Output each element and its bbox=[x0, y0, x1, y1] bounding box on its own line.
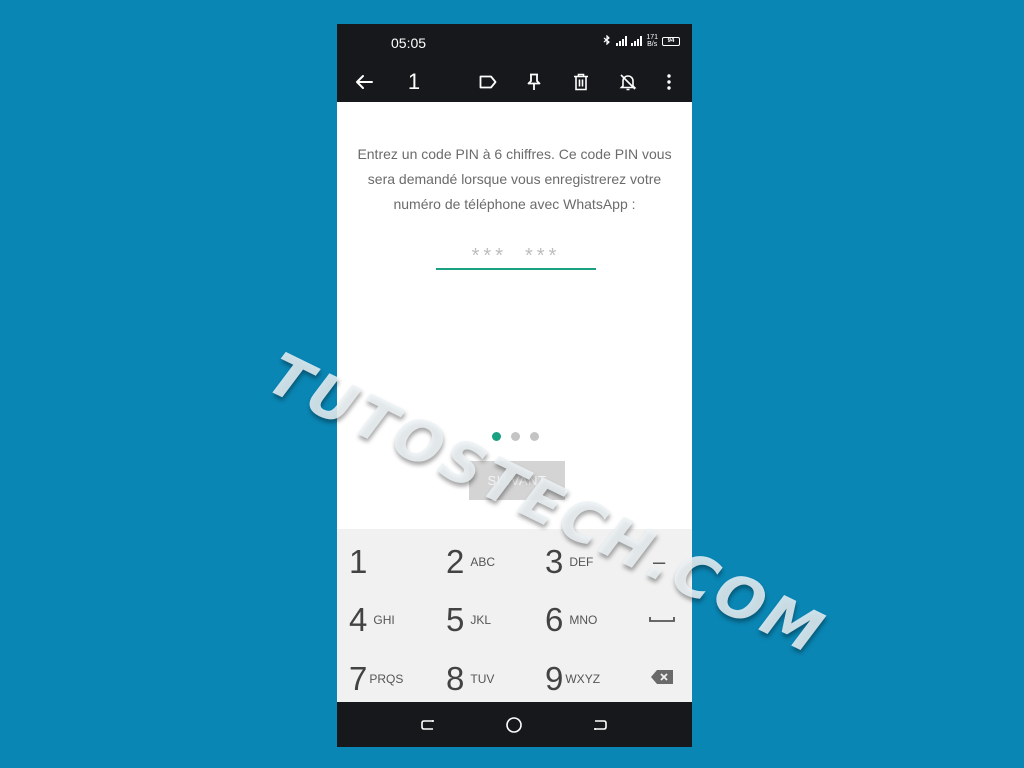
navigation-bar bbox=[337, 702, 692, 747]
key-3-number: 3 bbox=[545, 543, 564, 580]
step-dot-1 bbox=[492, 432, 501, 441]
battery-icon: 94 bbox=[662, 36, 680, 46]
key-3-letters: DEF bbox=[569, 555, 594, 569]
phone-screen: 05:05 171 B/s 94 1 Entrez un code PIN à … bbox=[337, 24, 692, 747]
key-4-letters: GHI bbox=[373, 613, 395, 627]
bluetooth-icon bbox=[602, 34, 612, 47]
key-6-letters: MNO bbox=[569, 613, 598, 627]
pin-input[interactable]: *** *** bbox=[436, 244, 596, 270]
recent-apps-icon[interactable] bbox=[417, 714, 439, 736]
step-dot-2 bbox=[511, 432, 520, 441]
label-icon[interactable] bbox=[475, 62, 501, 102]
delete-icon[interactable] bbox=[568, 62, 594, 102]
step-dot-3 bbox=[530, 432, 539, 441]
key-2-letters: ABC bbox=[470, 555, 496, 569]
home-icon[interactable] bbox=[503, 714, 525, 736]
pin-placeholder-right: *** bbox=[525, 244, 561, 267]
minus-symbol: – bbox=[653, 549, 666, 574]
backspace-icon bbox=[650, 669, 674, 690]
pin-icon[interactable] bbox=[521, 62, 547, 102]
key-5-letters: JKL bbox=[470, 613, 492, 627]
key-7-number: 7 bbox=[349, 660, 368, 697]
signal-strength-icon bbox=[616, 36, 628, 46]
key-6-number: 6 bbox=[545, 601, 564, 638]
key-8-number: 8 bbox=[446, 660, 465, 697]
key-9-number: 9 bbox=[545, 660, 564, 697]
key-5[interactable]: 5 JKL bbox=[446, 591, 491, 649]
key-3[interactable]: 3 DEF bbox=[545, 533, 593, 591]
key-backspace[interactable] bbox=[650, 650, 674, 708]
battery-level: 94 bbox=[667, 37, 675, 44]
key-9[interactable]: 9 WXYZ bbox=[545, 650, 600, 708]
pin-placeholder-left: *** bbox=[471, 244, 507, 267]
pin-instructions: Entrez un code PIN à 6 chiffres. Ce code… bbox=[357, 146, 672, 212]
network-speed-value: 171 bbox=[646, 34, 658, 41]
selected-count: 1 bbox=[407, 69, 421, 94]
numeric-keypad: 1 2 ABC 3 DEF – 4 GHI 5 JKL 6 MNO 7 PRQS… bbox=[337, 529, 692, 702]
key-5-number: 5 bbox=[446, 601, 465, 638]
key-7-letters: PRQS bbox=[369, 672, 404, 686]
key-2[interactable]: 2 ABC bbox=[446, 533, 495, 591]
key-8-letters: TUV bbox=[470, 672, 495, 686]
signal-strength-icon-2 bbox=[631, 36, 643, 46]
key-1-number: 1 bbox=[349, 543, 368, 580]
space-icon bbox=[649, 611, 675, 629]
status-icons: 171 B/s 94 bbox=[602, 34, 680, 48]
more-options-icon[interactable] bbox=[659, 62, 679, 102]
step-indicator bbox=[492, 432, 539, 441]
key-4-number: 4 bbox=[349, 601, 368, 638]
key-9-letters: WXYZ bbox=[565, 672, 601, 686]
network-speed: 171 B/s bbox=[646, 34, 658, 48]
key-space[interactable] bbox=[649, 591, 675, 649]
toolbar: 1 bbox=[337, 62, 692, 102]
key-2-number: 2 bbox=[446, 543, 465, 580]
next-button[interactable]: SUIVANT bbox=[469, 461, 565, 500]
status-bar: 05:05 171 B/s 94 bbox=[337, 24, 692, 62]
key-4[interactable]: 4 GHI bbox=[349, 591, 395, 649]
key-6[interactable]: 6 MNO bbox=[545, 591, 597, 649]
notifications-off-icon[interactable] bbox=[615, 62, 641, 102]
key-7[interactable]: 7 PRQS bbox=[349, 650, 403, 708]
key-8[interactable]: 8 TUV bbox=[446, 650, 494, 708]
key-1[interactable]: 1 bbox=[349, 533, 367, 591]
key-minus[interactable]: – bbox=[653, 533, 665, 591]
back-arrow-icon[interactable] bbox=[351, 62, 377, 102]
network-speed-unit: B/s bbox=[647, 41, 658, 48]
status-time: 05:05 bbox=[391, 35, 427, 51]
back-nav-icon[interactable] bbox=[589, 714, 611, 736]
pin-setup-screen: Entrez un code PIN à 6 chiffres. Ce code… bbox=[337, 102, 692, 529]
